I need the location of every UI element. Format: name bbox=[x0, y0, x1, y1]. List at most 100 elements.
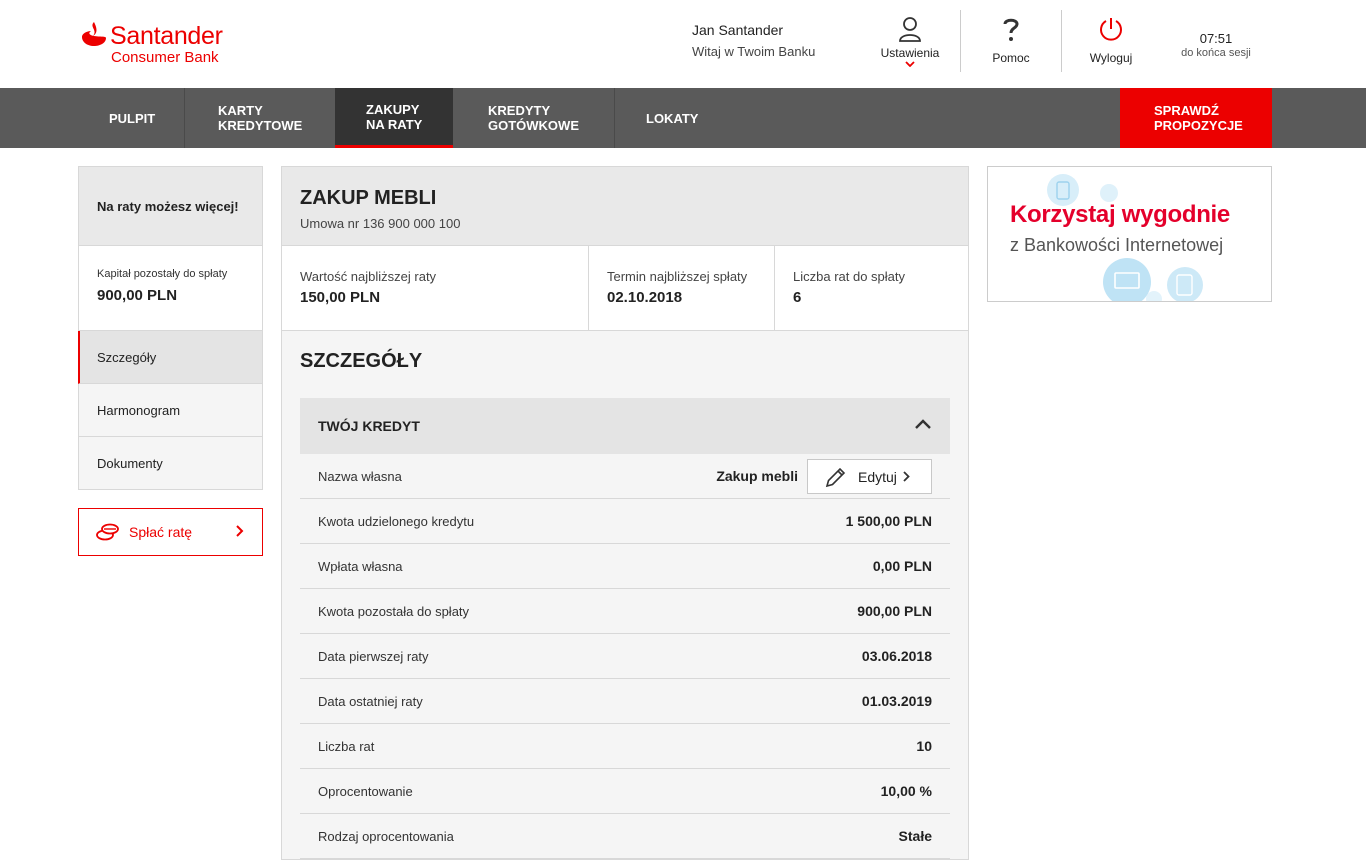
pencil-icon bbox=[825, 467, 846, 487]
help-label: Pomoc bbox=[992, 51, 1030, 65]
nav-label: NA RATY bbox=[366, 116, 423, 132]
main-nav: PULPIT KARTY KREDYTOWE ZAKUPY NA RATY KR… bbox=[0, 88, 1366, 148]
row-value: 10,00 % bbox=[880, 783, 932, 799]
edit-name-button[interactable]: Edytuj bbox=[807, 459, 932, 494]
logout-label: Wyloguj bbox=[1089, 51, 1133, 65]
user-name: Jan Santander bbox=[692, 22, 784, 38]
row-value: 01.03.2019 bbox=[861, 693, 932, 709]
row-value: 0,00 PLN bbox=[872, 558, 932, 574]
chevron-down-icon bbox=[905, 61, 915, 67]
table-row: Rodzaj oprocentowania Stałe bbox=[300, 814, 950, 859]
row-value: 10 bbox=[916, 738, 932, 754]
santander-flame-icon bbox=[82, 22, 106, 46]
table-row: Data ostatniej raty 01.03.2019 bbox=[300, 679, 950, 724]
credit-details-panel: ZAKUP MEBLI Umowa nr 136 900 000 100 War… bbox=[281, 166, 969, 860]
nav-label: PULPIT bbox=[109, 110, 156, 126]
next-installment-value: Wartość najbliższej raty 150,00 PLN bbox=[282, 246, 588, 330]
next-payment-date: Termin najbliższej spłaty 02.10.2018 bbox=[589, 246, 774, 330]
row-label: Data pierwszej raty bbox=[318, 648, 429, 664]
table-row: Kwota pozostała do spłaty 900,00 PLN bbox=[300, 589, 950, 634]
sidebar-item-schedule[interactable]: Harmonogram bbox=[78, 384, 263, 437]
stat-label: Termin najbliższej spłaty bbox=[607, 269, 748, 284]
cta-label: PROPOZYCJE bbox=[1154, 118, 1243, 133]
cta-label: SPRAWDŹ bbox=[1154, 103, 1219, 118]
user-info: Jan Santander Witaj w Twoim Banku bbox=[692, 22, 815, 59]
nav-item-pulpit[interactable]: PULPIT bbox=[80, 88, 184, 148]
accordion-header[interactable]: TWÓJ KREDYT bbox=[300, 398, 950, 454]
row-label: Wpłata własna bbox=[318, 558, 403, 574]
pay-label: Spłać ratę bbox=[129, 524, 193, 540]
help-button[interactable]: Pomoc bbox=[980, 10, 1042, 72]
online-banking-banner[interactable]: Korzystaj wygodnie z Bankowości Internet… bbox=[987, 166, 1272, 302]
nav-item-karty[interactable]: KARTY KREDYTOWE bbox=[185, 88, 335, 148]
header-divider bbox=[960, 10, 961, 72]
session-text: do końca sesji bbox=[1181, 47, 1251, 59]
nav-label: KREDYTOWE bbox=[218, 118, 303, 133]
chevron-right-icon bbox=[236, 525, 244, 537]
capital-label: Kapitał pozostały do spłaty bbox=[97, 268, 228, 280]
coins-icon bbox=[96, 523, 119, 541]
remaining-installments: Liczba rat do spłaty 6 bbox=[775, 246, 968, 330]
table-row: Liczba rat 10 bbox=[300, 724, 950, 769]
settings-button[interactable]: Ustawienia bbox=[872, 10, 948, 72]
sidebar: Na raty możesz więcej! Kapitał pozostały… bbox=[78, 166, 263, 490]
row-value: 900,00 PLN bbox=[857, 603, 932, 619]
accordion-title: TWÓJ KREDYT bbox=[318, 418, 420, 434]
nav-item-lokaty[interactable]: LOKATY bbox=[615, 88, 730, 148]
table-row: Wpłata własna 0,00 PLN bbox=[300, 544, 950, 589]
row-label: Oprocentowanie bbox=[318, 783, 413, 799]
pay-installment-button[interactable]: Spłać ratę bbox=[78, 508, 263, 556]
stat-value: 6 bbox=[793, 289, 802, 306]
section-title: SZCZEGÓŁY bbox=[300, 350, 423, 372]
table-row: Oprocentowanie 10,00 % bbox=[300, 769, 950, 814]
stat-value: 02.10.2018 bbox=[607, 289, 683, 306]
row-value: 03.06.2018 bbox=[861, 648, 932, 664]
credit-accordion: TWÓJ KREDYT Nazwa własna Zakup mebli Edy… bbox=[300, 398, 950, 859]
nav-label: KREDYTY bbox=[488, 103, 551, 118]
brand-sub: Consumer Bank bbox=[111, 49, 219, 66]
nav-label: KARTY bbox=[218, 103, 263, 118]
sidebar-item-documents[interactable]: Dokumenty bbox=[78, 437, 263, 490]
header: Santander Consumer Bank Jan Santander Wi… bbox=[0, 0, 1366, 88]
stats-bar: Wartość najbliższej raty 150,00 PLN Term… bbox=[282, 246, 968, 331]
capital-value: 900,00 PLN bbox=[97, 287, 178, 304]
session-timer: 07:51 do końca sesji bbox=[1176, 31, 1256, 59]
row-label: Nazwa własna bbox=[318, 468, 402, 484]
sidebar-title: Na raty możesz więcej! bbox=[78, 166, 263, 246]
sidebar-item-details[interactable]: Szczegóły bbox=[78, 331, 263, 384]
banner-headline: Korzystaj wygodnie bbox=[1010, 201, 1230, 228]
edit-label: Edytuj bbox=[858, 468, 897, 485]
row-label: Data ostatniej raty bbox=[318, 693, 423, 709]
row-label: Liczba rat bbox=[318, 738, 375, 754]
banner-subline: z Bankowości Internetowej bbox=[1010, 235, 1224, 255]
row-label: Kwota pozostała do spłaty bbox=[318, 603, 470, 619]
table-row: Nazwa własna Zakup mebli Edytuj bbox=[300, 454, 950, 499]
user-icon bbox=[899, 17, 921, 42]
nav-label: ZAKUPY bbox=[366, 101, 420, 117]
power-icon bbox=[1100, 18, 1122, 41]
row-value: 1 500,00 PLN bbox=[845, 513, 932, 529]
question-icon bbox=[1003, 18, 1019, 41]
user-greeting: Witaj w Twoim Banku bbox=[692, 44, 816, 59]
nav-label: LOKATY bbox=[646, 110, 699, 126]
chevron-up-icon bbox=[915, 419, 931, 429]
header-divider bbox=[1061, 10, 1062, 72]
credit-header: ZAKUP MEBLI Umowa nr 136 900 000 100 bbox=[282, 167, 968, 246]
check-offers-button[interactable]: SPRAWDŹ PROPOZYCJE bbox=[1120, 88, 1272, 148]
chevron-right-icon bbox=[903, 471, 910, 482]
capital-box: Kapitał pozostały do spłaty 900,00 PLN bbox=[78, 246, 263, 331]
contract-number: Umowa nr 136 900 000 100 bbox=[300, 216, 461, 231]
row-value: Stałe bbox=[898, 828, 932, 844]
row-label: Kwota udzielonego kredytu bbox=[318, 513, 475, 529]
nav-label: GOTÓWKOWE bbox=[488, 118, 579, 133]
settings-label: Ustawienia bbox=[880, 46, 940, 60]
row-value: Zakup mebli bbox=[716, 468, 798, 484]
logout-button[interactable]: Wyloguj bbox=[1080, 10, 1142, 72]
nav-item-zakupy[interactable]: ZAKUPY NA RATY bbox=[335, 88, 453, 148]
nav-item-kredyty[interactable]: KREDYTY GOTÓWKOWE bbox=[453, 88, 614, 148]
santander-logo[interactable]: Santander Consumer Bank bbox=[80, 18, 240, 68]
stat-value: 150,00 PLN bbox=[300, 289, 381, 306]
table-row: Kwota udzielonego kredytu 1 500,00 PLN bbox=[300, 499, 950, 544]
session-time: 07:51 bbox=[1199, 31, 1233, 46]
brand-name: Santander bbox=[110, 22, 223, 50]
